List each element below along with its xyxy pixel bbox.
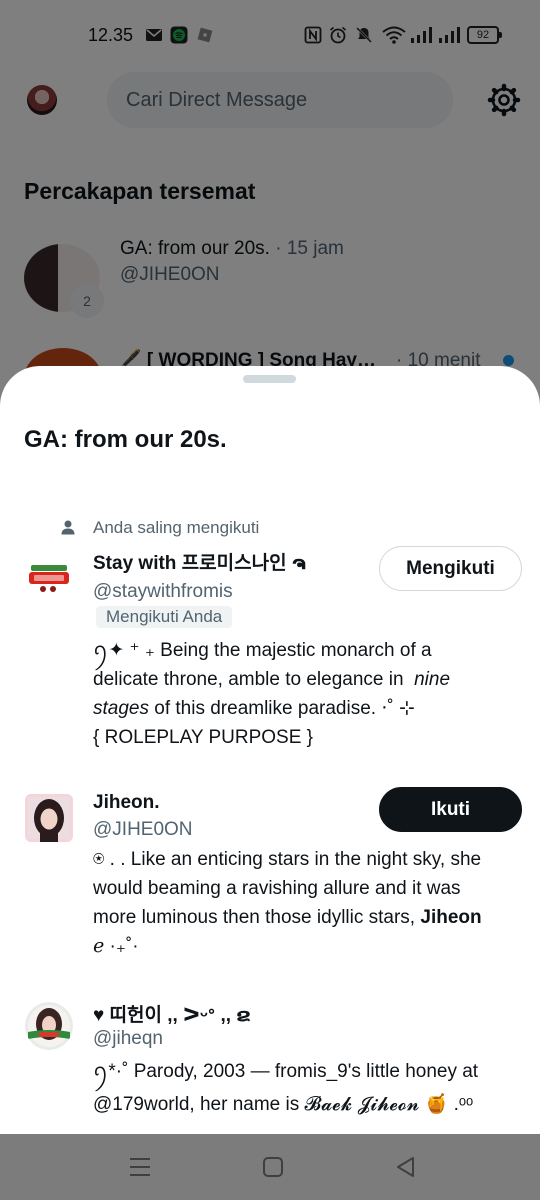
avatar[interactable]: [25, 1002, 73, 1050]
user-name[interactable]: Jiheon.: [93, 792, 160, 814]
follow-button[interactable]: Ikuti: [379, 787, 522, 832]
sheet-title: GA: from our 20s.: [24, 426, 227, 453]
bio-line: { ROLEPLAY PURPOSE }: [93, 727, 314, 748]
user-handle: @jiheqn: [93, 1028, 163, 1049]
bio-text: of this dreamlike paradise. ‧˚ ⊹: [154, 698, 415, 719]
bio-line: @179world, her name is 𝓑𝓪𝓮𝓴 𝓙𝓲𝓱𝓮𝓸𝓷 🍯 .ᵒᵒ: [93, 1094, 474, 1115]
user-name[interactable]: Stay with 프로미스나인 ຈ: [93, 548, 306, 575]
bio-line: more luminous then those idyllic stars, …: [93, 903, 523, 932]
bio-line: stages of this dreamlike paradise. ‧˚ ⊹: [93, 694, 523, 723]
bio-line: ꪆ*·˚ Parody, 2003 — fromis_9's little ho…: [93, 1061, 479, 1082]
person-icon: [61, 520, 75, 535]
avatar[interactable]: [25, 552, 73, 600]
mutual-follow-label: Anda saling mengikuti: [93, 518, 260, 537]
profile-photo: [25, 1002, 73, 1050]
user-name[interactable]: ♥ 띠헌이 ,, ᐳᵕᐤ ,, ຂ: [93, 1000, 251, 1027]
bio-italic-text: nine: [414, 669, 451, 690]
avatar[interactable]: [25, 794, 73, 842]
sheet-drag-handle[interactable]: [243, 375, 296, 383]
group-members-sheet: GA: from our 20s. Anda saling mengikuti …: [0, 366, 540, 1134]
following-button[interactable]: Mengikuti: [379, 546, 522, 591]
user-handle: @staywithfromis: [93, 581, 233, 602]
user-handle: @JIHE0ON: [93, 819, 193, 840]
user-bio: ꪆ*·˚ Parody, 2003 — fromis_9's little ho…: [93, 1055, 523, 1121]
system-navigation-bar: [0, 1134, 540, 1200]
bio-line: ℯ ·₊˚·: [93, 936, 139, 957]
menu-icon[interactable]: [127, 1154, 153, 1180]
bio-italic-text: stages: [93, 698, 149, 719]
bio-line: ⍟ . . Like an enticing stars in the nigh…: [93, 849, 482, 870]
bio-line: ꪆ✦ ⁺ ₊ Being the majestic monarch of a: [93, 640, 432, 661]
bio-text: delicate throne, amble to elegance in: [93, 669, 404, 690]
bio-line: delicate throne, amble to elegance in ni…: [93, 665, 523, 694]
bio-line: would beaming a ravishing allure and it …: [93, 878, 461, 899]
bio-bold-text: Jiheon: [420, 907, 482, 928]
home-icon[interactable]: [260, 1154, 286, 1180]
fromis-logo-icon: [25, 552, 73, 600]
bio-text: more luminous then those idyllic stars,: [93, 907, 416, 928]
profile-photo: [25, 794, 73, 842]
back-icon[interactable]: [393, 1154, 419, 1180]
user-bio: ꪆ✦ ⁺ ₊ Being the majestic monarch of a d…: [93, 636, 523, 752]
user-bio: ⍟ . . Like an enticing stars in the nigh…: [93, 845, 523, 961]
follows-you-badge: Mengikuti Anda: [96, 606, 233, 628]
